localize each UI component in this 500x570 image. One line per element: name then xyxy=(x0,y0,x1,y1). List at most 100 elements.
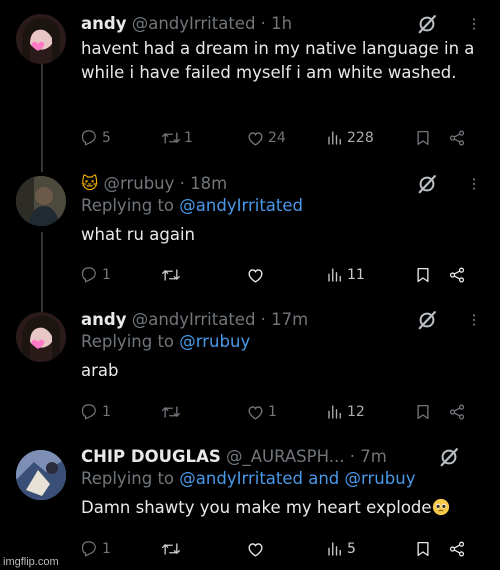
avatar-image xyxy=(22,18,60,64)
action-bar: 1 5 xyxy=(81,538,480,560)
avatar[interactable] xyxy=(16,176,66,226)
reply-button[interactable]: 5 xyxy=(81,129,161,147)
user-handle[interactable]: @andyIrritated xyxy=(132,310,256,329)
views-button[interactable]: 12 xyxy=(326,403,414,421)
replying-to: Replying to @rrubuy xyxy=(81,331,490,353)
more-icon[interactable] xyxy=(466,174,482,194)
retweet-button[interactable] xyxy=(161,265,246,285)
timestamp[interactable]: 1h xyxy=(271,14,292,33)
views-icon xyxy=(328,131,341,145)
views-button[interactable]: 228 xyxy=(326,129,414,147)
replying-to-label: Replying to xyxy=(81,469,180,488)
timestamp[interactable]: 18m xyxy=(190,174,227,193)
grok-icon[interactable] xyxy=(416,173,438,195)
like-icon xyxy=(248,131,263,146)
avatar[interactable] xyxy=(16,450,66,500)
replying-to-label: Replying to xyxy=(81,332,180,351)
bookmark-icon xyxy=(417,267,429,283)
retweet-button[interactable] xyxy=(161,402,246,422)
tweet[interactable]: CHIP DOUGLAS @_AURASPH... · 7m Replying … xyxy=(0,446,500,570)
more-icon[interactable] xyxy=(466,310,482,330)
replying-to-link[interactable]: @andyIrritated xyxy=(179,196,303,215)
retweet-icon xyxy=(162,406,180,418)
reply-button[interactable]: 1 xyxy=(81,403,161,421)
bookmark-button[interactable] xyxy=(414,266,448,284)
reply-button[interactable]: 1 xyxy=(81,266,161,284)
grok-icon[interactable] xyxy=(416,13,438,35)
display-name[interactable]: andy xyxy=(81,14,126,33)
action-bar: 1 1 12 xyxy=(81,401,480,423)
replying-to-label: Replying to xyxy=(81,196,180,215)
replying-to-link[interactable]: @andyIrritated and @rrubuy xyxy=(179,469,415,488)
views-button[interactable]: 5 xyxy=(326,540,414,558)
display-name[interactable]: andy xyxy=(81,310,126,329)
more-icon[interactable] xyxy=(466,14,482,34)
avatar[interactable] xyxy=(16,14,66,64)
views-count: 5 xyxy=(347,541,356,557)
avatar-image xyxy=(16,176,66,226)
share-icon xyxy=(449,267,465,283)
pleading-face-emoji xyxy=(432,498,449,516)
share-button[interactable] xyxy=(448,540,466,558)
bookmark-icon xyxy=(417,541,429,557)
tweet[interactable]: andy @andyIrritated · 1h havent had a dr… xyxy=(0,0,500,170)
display-name[interactable]: 🐱 xyxy=(81,174,98,193)
bookmark-icon xyxy=(417,404,429,420)
views-icon xyxy=(328,405,341,419)
tweet-text: havent had a dream in my native language… xyxy=(81,39,475,82)
retweet-count: 1 xyxy=(184,130,193,146)
watermark: imgflip.com xyxy=(3,556,59,568)
tweet-text: Damn shawty you make my heart explode xyxy=(81,496,490,520)
avatar[interactable] xyxy=(16,312,66,362)
tweet[interactable]: 🐱 @rrubuy · 18m Replying to @andyIrritat… xyxy=(0,170,500,308)
avatar-image xyxy=(22,316,60,362)
bookmark-button[interactable] xyxy=(414,403,448,421)
action-bar: 5 1 24 228 xyxy=(81,127,480,149)
share-button[interactable] xyxy=(448,403,466,421)
retweet-button[interactable]: 1 xyxy=(161,128,246,148)
like-button[interactable] xyxy=(246,540,326,559)
timestamp[interactable]: 17m xyxy=(271,310,308,329)
like-button[interactable]: 1 xyxy=(246,403,326,422)
reply-button[interactable]: 1 xyxy=(81,540,161,558)
share-button[interactable] xyxy=(448,129,466,147)
action-bar: 1 11 xyxy=(81,264,480,286)
replying-to-link[interactable]: @rrubuy xyxy=(179,332,250,351)
views-icon xyxy=(328,542,341,556)
tweet-text-body: Damn shawty you make my heart explode xyxy=(81,498,432,517)
like-count: 24 xyxy=(268,130,286,146)
user-handle[interactable]: @_AURASPH... xyxy=(226,447,344,466)
share-icon xyxy=(449,404,465,420)
separator-dot: · xyxy=(349,447,355,466)
user-handle[interactable]: @rrubuy xyxy=(103,174,174,193)
views-button[interactable]: 11 xyxy=(326,266,414,284)
share-icon xyxy=(449,130,465,146)
avatar-image xyxy=(16,450,66,500)
like-button[interactable] xyxy=(246,266,326,285)
like-count: 1 xyxy=(268,404,277,420)
like-button[interactable]: 24 xyxy=(246,129,326,148)
replying-to: Replying to @andyIrritated and @rrubuy xyxy=(81,468,490,490)
share-button[interactable] xyxy=(448,266,466,284)
display-name[interactable]: CHIP DOUGLAS xyxy=(81,447,221,466)
reply-icon xyxy=(81,541,96,557)
reply-count: 1 xyxy=(102,404,111,420)
separator-dot: · xyxy=(260,14,266,33)
reply-count: 1 xyxy=(102,541,111,557)
timestamp[interactable]: 7m xyxy=(360,447,387,466)
reply-icon xyxy=(81,404,96,420)
tweet[interactable]: andy @andyIrritated · 17m Replying to @r… xyxy=(0,308,500,446)
user-handle[interactable]: @andyIrritated xyxy=(132,14,256,33)
grok-icon[interactable] xyxy=(416,309,438,331)
retweet-icon xyxy=(162,269,180,281)
separator-dot: · xyxy=(179,174,185,193)
retweet-icon xyxy=(162,132,180,144)
bookmark-button[interactable] xyxy=(414,129,448,147)
bookmark-button[interactable] xyxy=(414,540,448,558)
tweet-text: arab xyxy=(81,361,119,380)
replying-to: Replying to @andyIrritated xyxy=(81,195,490,217)
tweet-text: what ru again xyxy=(81,225,196,244)
grok-icon[interactable] xyxy=(438,446,460,468)
like-icon xyxy=(248,542,263,557)
retweet-button[interactable] xyxy=(161,539,246,559)
